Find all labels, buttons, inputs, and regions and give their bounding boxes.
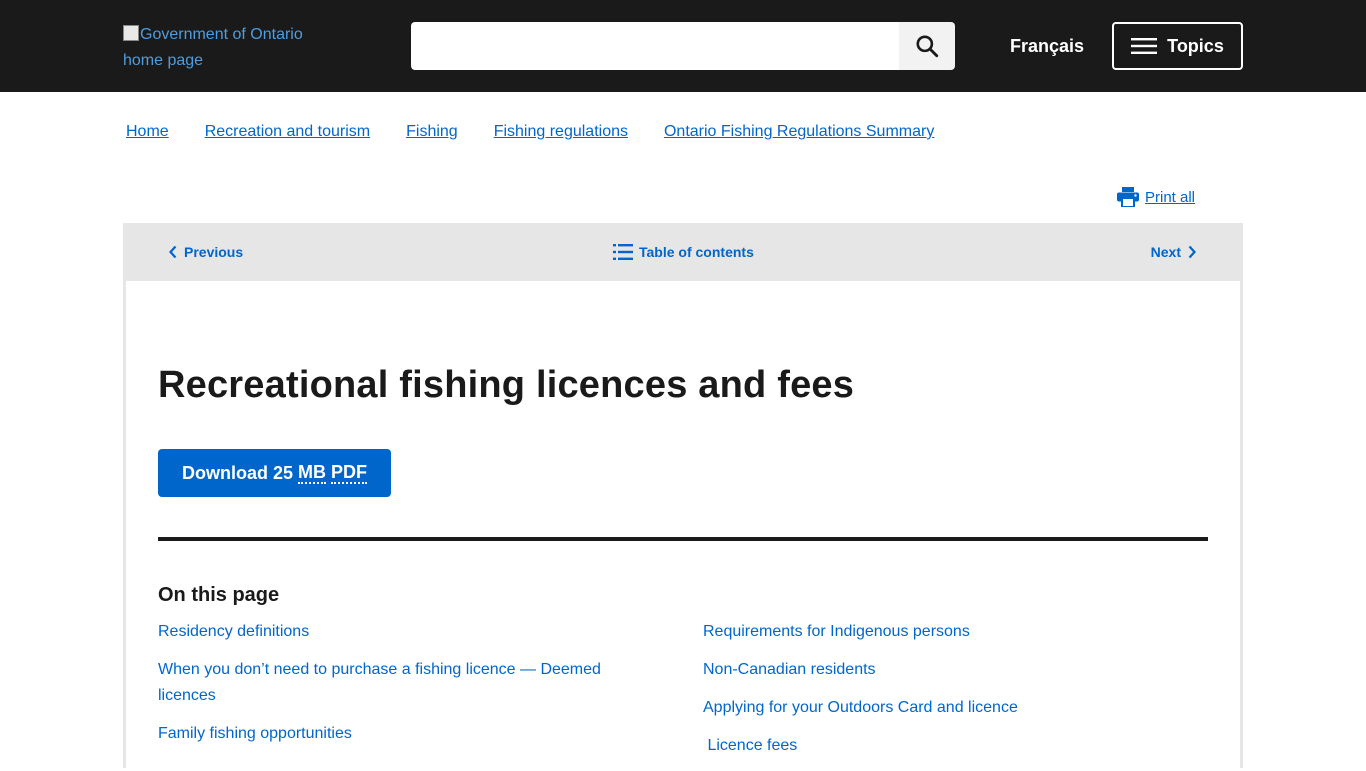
search-icon: [916, 35, 939, 58]
section-divider: [158, 537, 1208, 541]
next-link[interactable]: Next: [1151, 223, 1197, 281]
link-family-fishing-opportunities[interactable]: Family fishing opportunities: [158, 725, 352, 742]
print-all-label: Print all: [1145, 188, 1196, 206]
list-icon: [613, 244, 633, 260]
topics-menu-button[interactable]: Topics: [1112, 22, 1243, 70]
previous-link[interactable]: Previous: [168, 223, 243, 281]
list-item: Licence fees: [703, 733, 1173, 759]
download-size-unit: MB: [298, 462, 326, 484]
table-of-contents-label: Table of contents: [639, 244, 754, 260]
logo-alt-text: Government of Ontario home page: [123, 26, 303, 69]
on-this-page-list-left: Residency definitions When you don’t nee…: [158, 619, 628, 759]
link-residency-definitions[interactable]: Residency definitions: [158, 623, 309, 640]
download-format: PDF: [331, 462, 367, 484]
breadcrumb-fishing-regulations[interactable]: Fishing regulations: [494, 122, 628, 142]
on-this-page-heading: On this page: [158, 584, 280, 606]
menu-icon: [1131, 38, 1158, 54]
list-item: Applying for your Outdoors Card and lice…: [703, 695, 1173, 721]
breadcrumb-ontario-fishing-regulations-summary[interactable]: Ontario Fishing Regulations Summary: [664, 122, 934, 142]
previous-label: Previous: [184, 244, 244, 260]
chevron-left-icon: [169, 245, 177, 259]
link-deemed-licences[interactable]: When you don’t need to purchase a fishin…: [158, 661, 601, 704]
breadcrumb-recreation-and-tourism[interactable]: Recreation and tourism: [205, 122, 370, 142]
link-licence-fees[interactable]: Licence fees: [703, 737, 797, 754]
on-this-page-list-right: Requirements for Indigenous persons Non-…: [703, 619, 1173, 771]
breadcrumb-home[interactable]: Home: [126, 122, 169, 142]
list-item: Requirements for Indigenous persons: [703, 619, 1173, 645]
table-of-contents-link[interactable]: Table of contents: [613, 223, 754, 281]
search-input[interactable]: [411, 22, 899, 70]
page-title: Recreational fishing licences and fees: [158, 364, 855, 406]
printer-icon: [1117, 187, 1139, 207]
breadcrumb-fishing[interactable]: Fishing: [406, 122, 458, 142]
topics-label: Topics: [1167, 35, 1224, 56]
next-label: Next: [1150, 244, 1181, 260]
chevron-right-icon: [1188, 245, 1196, 259]
list-item: Residency definitions: [158, 619, 628, 645]
link-non-canadian-residents[interactable]: Non-Canadian residents: [703, 661, 876, 678]
list-item: Non-Canadian residents: [703, 657, 1173, 683]
search-button[interactable]: [899, 22, 955, 70]
site-header: Government of Ontario home page Français…: [0, 0, 1366, 92]
broken-image-icon: [123, 25, 139, 41]
download-pdf-button[interactable]: Download 25 MB PDF: [158, 449, 391, 497]
list-item: Family fishing opportunities: [158, 721, 628, 747]
search-form: [411, 22, 955, 70]
download-label: Download 25: [181, 462, 293, 483]
logo-link[interactable]: Government of Ontario home page: [123, 22, 323, 74]
breadcrumb: Home Recreation and tourism Fishing Fish…: [126, 122, 970, 142]
link-applying-outdoors-card[interactable]: Applying for your Outdoors Card and lice…: [703, 699, 1018, 716]
print-all-link[interactable]: Print all: [1117, 186, 1195, 208]
language-toggle-link[interactable]: Français: [1010, 35, 1084, 57]
page-navigation-bar: Previous Table of contents Next: [123, 223, 1243, 281]
list-item: When you don’t need to purchase a fishin…: [158, 657, 618, 709]
link-requirements-indigenous-persons[interactable]: Requirements for Indigenous persons: [703, 623, 970, 640]
